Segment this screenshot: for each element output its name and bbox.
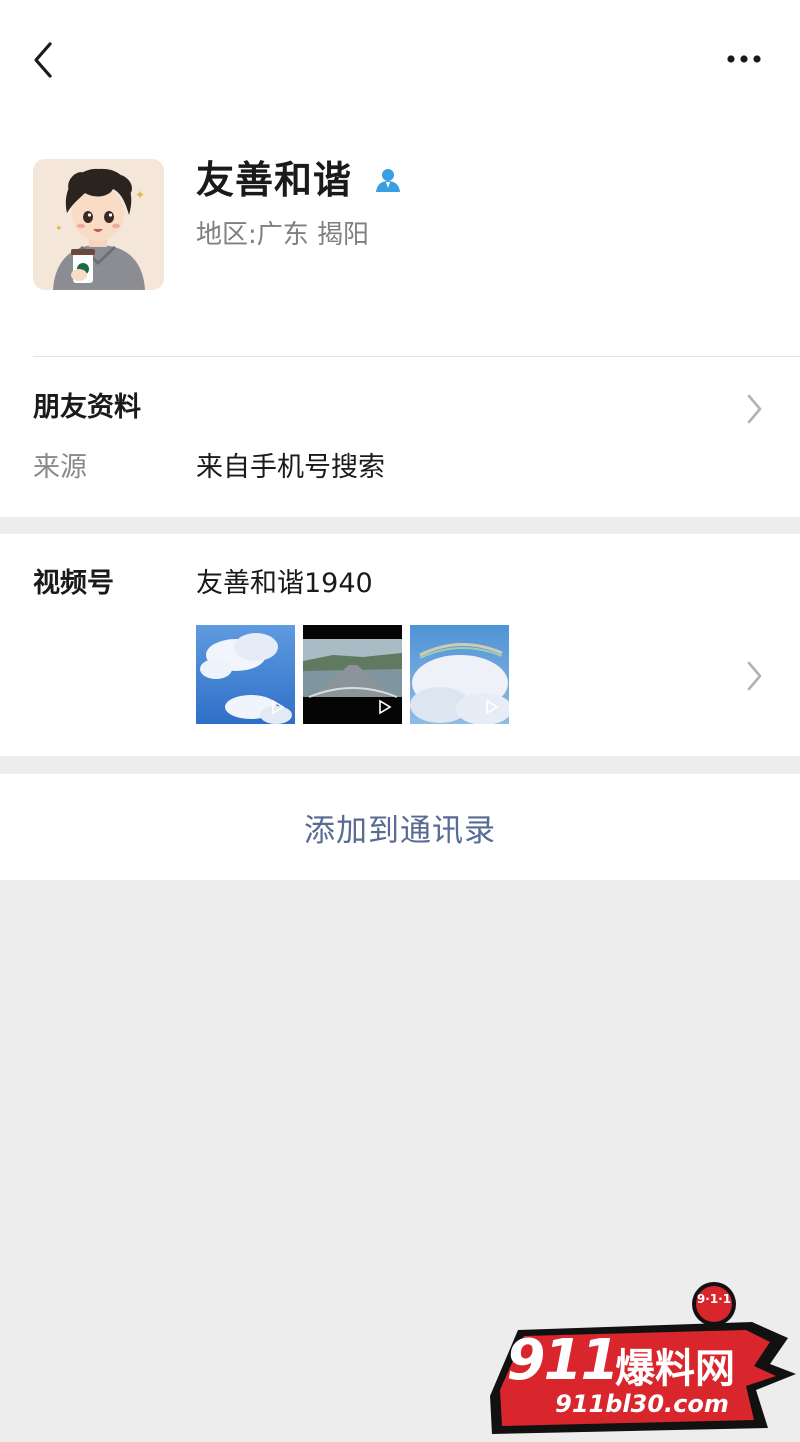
profile-section: ✦ ✦ 友善和谐 地区:广东 揭阳 朋友资料 来源 来自手机号搜索 [0,0,800,517]
chevron-right-icon [747,661,762,691]
channels-row[interactable]: 视频号 友善和谐1940 [0,534,800,756]
add-contact-section: 添加到通讯录 [0,774,800,880]
channel-thumbnail[interactable] [196,625,295,724]
channel-thumbnail[interactable] [303,625,402,724]
profile-name: 友善和谐 [196,158,353,202]
watermark-main: 911 [506,1328,620,1393]
chevron-right-icon [747,394,762,424]
svg-text:✦: ✦ [55,224,63,234]
divider [33,356,800,357]
watermark-url: 911bl30.com [555,1390,729,1418]
watermark-sub: 爆料网 [615,1346,735,1392]
channel-thumbnail[interactable] [410,625,509,724]
svg-text:✦: ✦ [135,188,145,202]
back-button[interactable] [28,38,68,82]
source-value: 来自手机号搜索 [196,452,385,483]
avatar[interactable]: ✦ ✦ [33,159,164,290]
channels-label: 视频号 [33,568,114,599]
watermark-logo: 9·1·1 911 爆料网 911bl30.com [470,1278,800,1438]
friend-info-row[interactable]: 朋友资料 [33,388,141,428]
more-dots-icon [727,55,761,63]
source-label: 来源 [33,452,87,483]
watermark-badge: 9·1·1 [696,1292,732,1306]
channels-name: 友善和谐1940 [196,568,373,599]
chevron-left-icon [34,42,52,78]
add-to-contacts-button[interactable]: 添加到通讯录 [0,774,800,880]
more-button[interactable] [720,44,770,74]
profile-region: 地区:广东 揭阳 [196,220,370,250]
person-badge-icon [376,169,400,192]
avatar-illustration: ✦ ✦ [33,159,164,290]
